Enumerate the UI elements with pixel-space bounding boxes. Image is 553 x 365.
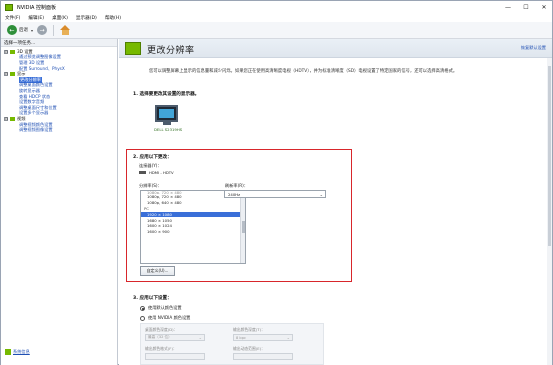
- page-banner: 更改分辨率 恢复默认设置: [119, 39, 552, 58]
- nvidia-logo-icon: [5, 3, 13, 11]
- monitor-stand: [163, 122, 171, 125]
- output-color-depth-select: 8 bpc ⌄: [233, 334, 293, 341]
- back-button-label[interactable]: 后退: [19, 27, 28, 33]
- main-panel: 更改分辨率 恢复默认设置 您可以调整屏幕上显示的信息量和减少闪烁。如果您正在使用…: [119, 39, 552, 365]
- output-dynamic-range-select: [233, 353, 293, 360]
- category-icon: [10, 116, 15, 121]
- menu-bar: 文件(F) 编辑(E) 桌面(K) 显示器(D) 帮助(H): [1, 13, 552, 22]
- monitor-icon[interactable]: [155, 105, 178, 122]
- page-title: 更改分辨率: [147, 46, 195, 56]
- color-settings-panel: 桌面颜色深度(D)： 最高（32 位） ⌄ 输出颜色深度(T)： 8 bpc ⌄…: [140, 323, 324, 365]
- customize-button[interactable]: 自定义(U)...: [140, 266, 175, 276]
- task-sidebar-header: 选择一项任务...: [1, 39, 117, 47]
- page-description: 您可以调整屏幕上显示的信息量和减少闪烁。如果您正在使用高清晰度电视（HDTV），…: [149, 69, 458, 74]
- main-scroll-thumb[interactable]: [548, 66, 551, 246]
- radio-nvidia-color-label[interactable]: 使用 NVIDIA 颜色设置: [148, 315, 190, 321]
- refresh-rate-label: 刷新率(R)：: [225, 183, 248, 188]
- nvidia-control-panel-window: NVIDIA 控制面板 — ☐ ✕ 文件(F) 编辑(E) 桌面(K) 显示器(…: [0, 0, 553, 365]
- home-icon[interactable]: [60, 25, 71, 35]
- collapse-icon[interactable]: ⊟: [4, 49, 8, 54]
- forward-arrow-icon[interactable]: →: [37, 25, 48, 35]
- system-info-icon: [5, 349, 11, 355]
- output-color-depth-value: 8 bpc: [236, 335, 246, 340]
- output-dynamic-range-label: 输出动态范围(E)：: [233, 346, 265, 351]
- restore-defaults-link[interactable]: 恢复默认设置: [521, 45, 546, 51]
- display-page-icon: [125, 42, 141, 55]
- menu-help[interactable]: 帮助(H): [105, 15, 121, 21]
- window-title: NVIDIA 控制面板: [17, 4, 56, 11]
- main-scrollbar[interactable]: [547, 58, 552, 365]
- hdmi-connector-icon: [139, 171, 146, 174]
- toolbar: ← 后退 ▾ →: [1, 22, 552, 39]
- monitor-name[interactable]: DELL S2319HS: [154, 127, 182, 132]
- radio-button-checked[interactable]: [140, 305, 145, 311]
- system-info-label[interactable]: 系统信息: [13, 349, 30, 355]
- output-color-format-label: 输出颜色格式(F)：: [145, 346, 177, 351]
- chevron-down-icon: ⌄: [198, 335, 202, 340]
- minimize-button[interactable]: —: [500, 1, 516, 13]
- radio-default-color[interactable]: 使用默认颜色设置: [140, 305, 182, 311]
- output-color-format-select: [145, 353, 205, 360]
- connector-label: 连接器(Y)：: [139, 163, 162, 168]
- tree-label[interactable]: 配置 Surround、PhysX: [19, 66, 65, 72]
- category-icon: [10, 49, 15, 54]
- radio-nvidia-color[interactable]: 使用 NVIDIA 颜色设置: [140, 315, 190, 321]
- resolution-option[interactable]: 1080p, 640 × 480: [141, 200, 245, 206]
- desktop-color-depth-label: 桌面颜色深度(D)：: [145, 327, 178, 332]
- refresh-rate-select[interactable]: 240Hz ⌄: [224, 190, 326, 198]
- radio-default-color-label[interactable]: 使用默认颜色设置: [148, 305, 182, 311]
- category-icon: [10, 72, 15, 77]
- resolution-option[interactable]: 1600 × 900: [141, 229, 245, 235]
- refresh-rate-value: 240Hz: [228, 191, 241, 197]
- resolution-list-scrollbar[interactable]: [240, 191, 245, 263]
- radio-button[interactable]: [140, 315, 145, 321]
- section-3-title: 3. 应用以下设置：: [133, 296, 172, 301]
- system-info-link[interactable]: 系统信息: [5, 349, 30, 355]
- menu-edit[interactable]: 编辑(E): [28, 15, 44, 21]
- maximize-button[interactable]: ☐: [518, 1, 534, 13]
- menu-file[interactable]: 文件(F): [5, 15, 20, 21]
- back-arrow-icon[interactable]: ←: [7, 25, 17, 35]
- connector-value: HDMI - HDTV: [149, 170, 174, 175]
- menu-display[interactable]: 显示器(D): [76, 15, 97, 21]
- resolution-list-scroll-thumb[interactable]: [242, 221, 245, 233]
- resolution-list[interactable]: 1080p, 720 × 480 1080p, 720 × 480 1080p, 6…: [140, 190, 246, 264]
- menu-desktop[interactable]: 桌面(K): [52, 15, 68, 21]
- tree-item[interactable]: 调整视频图像设置: [1, 127, 117, 133]
- desktop-color-depth-value: 最高（32 位）: [148, 335, 172, 339]
- section-2-title: 2. 应用以下更改：: [133, 155, 172, 160]
- close-button[interactable]: ✕: [536, 1, 552, 13]
- output-color-depth-label: 输出颜色深度(T)：: [233, 327, 265, 332]
- chevron-down-icon: ⌄: [319, 192, 323, 197]
- section-1-title: 1. 选择要更改其设置的显示器。: [133, 92, 200, 97]
- desktop-color-depth-select: 最高（32 位） ⌄: [145, 334, 205, 341]
- tree-label[interactable]: 调整视频图像设置: [19, 127, 53, 133]
- chevron-down-icon: ⌄: [286, 335, 290, 340]
- toolbar-divider: [53, 24, 55, 36]
- collapse-icon[interactable]: ⊟: [4, 72, 8, 77]
- collapse-icon[interactable]: ⊟: [4, 116, 8, 121]
- task-sidebar: 选择一项任务... ⊟ 3D 设置 通过预览调整图像设置 管理 3D 设置 配置 Sur…: [1, 39, 118, 365]
- back-history-dropdown[interactable]: ▾: [31, 28, 33, 33]
- resolution-label: 分辨率(S)：: [139, 183, 162, 188]
- title-bar: NVIDIA 控制面板 — ☐ ✕: [1, 1, 552, 13]
- task-tree: ⊟ 3D 设置 通过预览调整图像设置 管理 3D 设置 配置 Surround、Phys…: [1, 47, 117, 133]
